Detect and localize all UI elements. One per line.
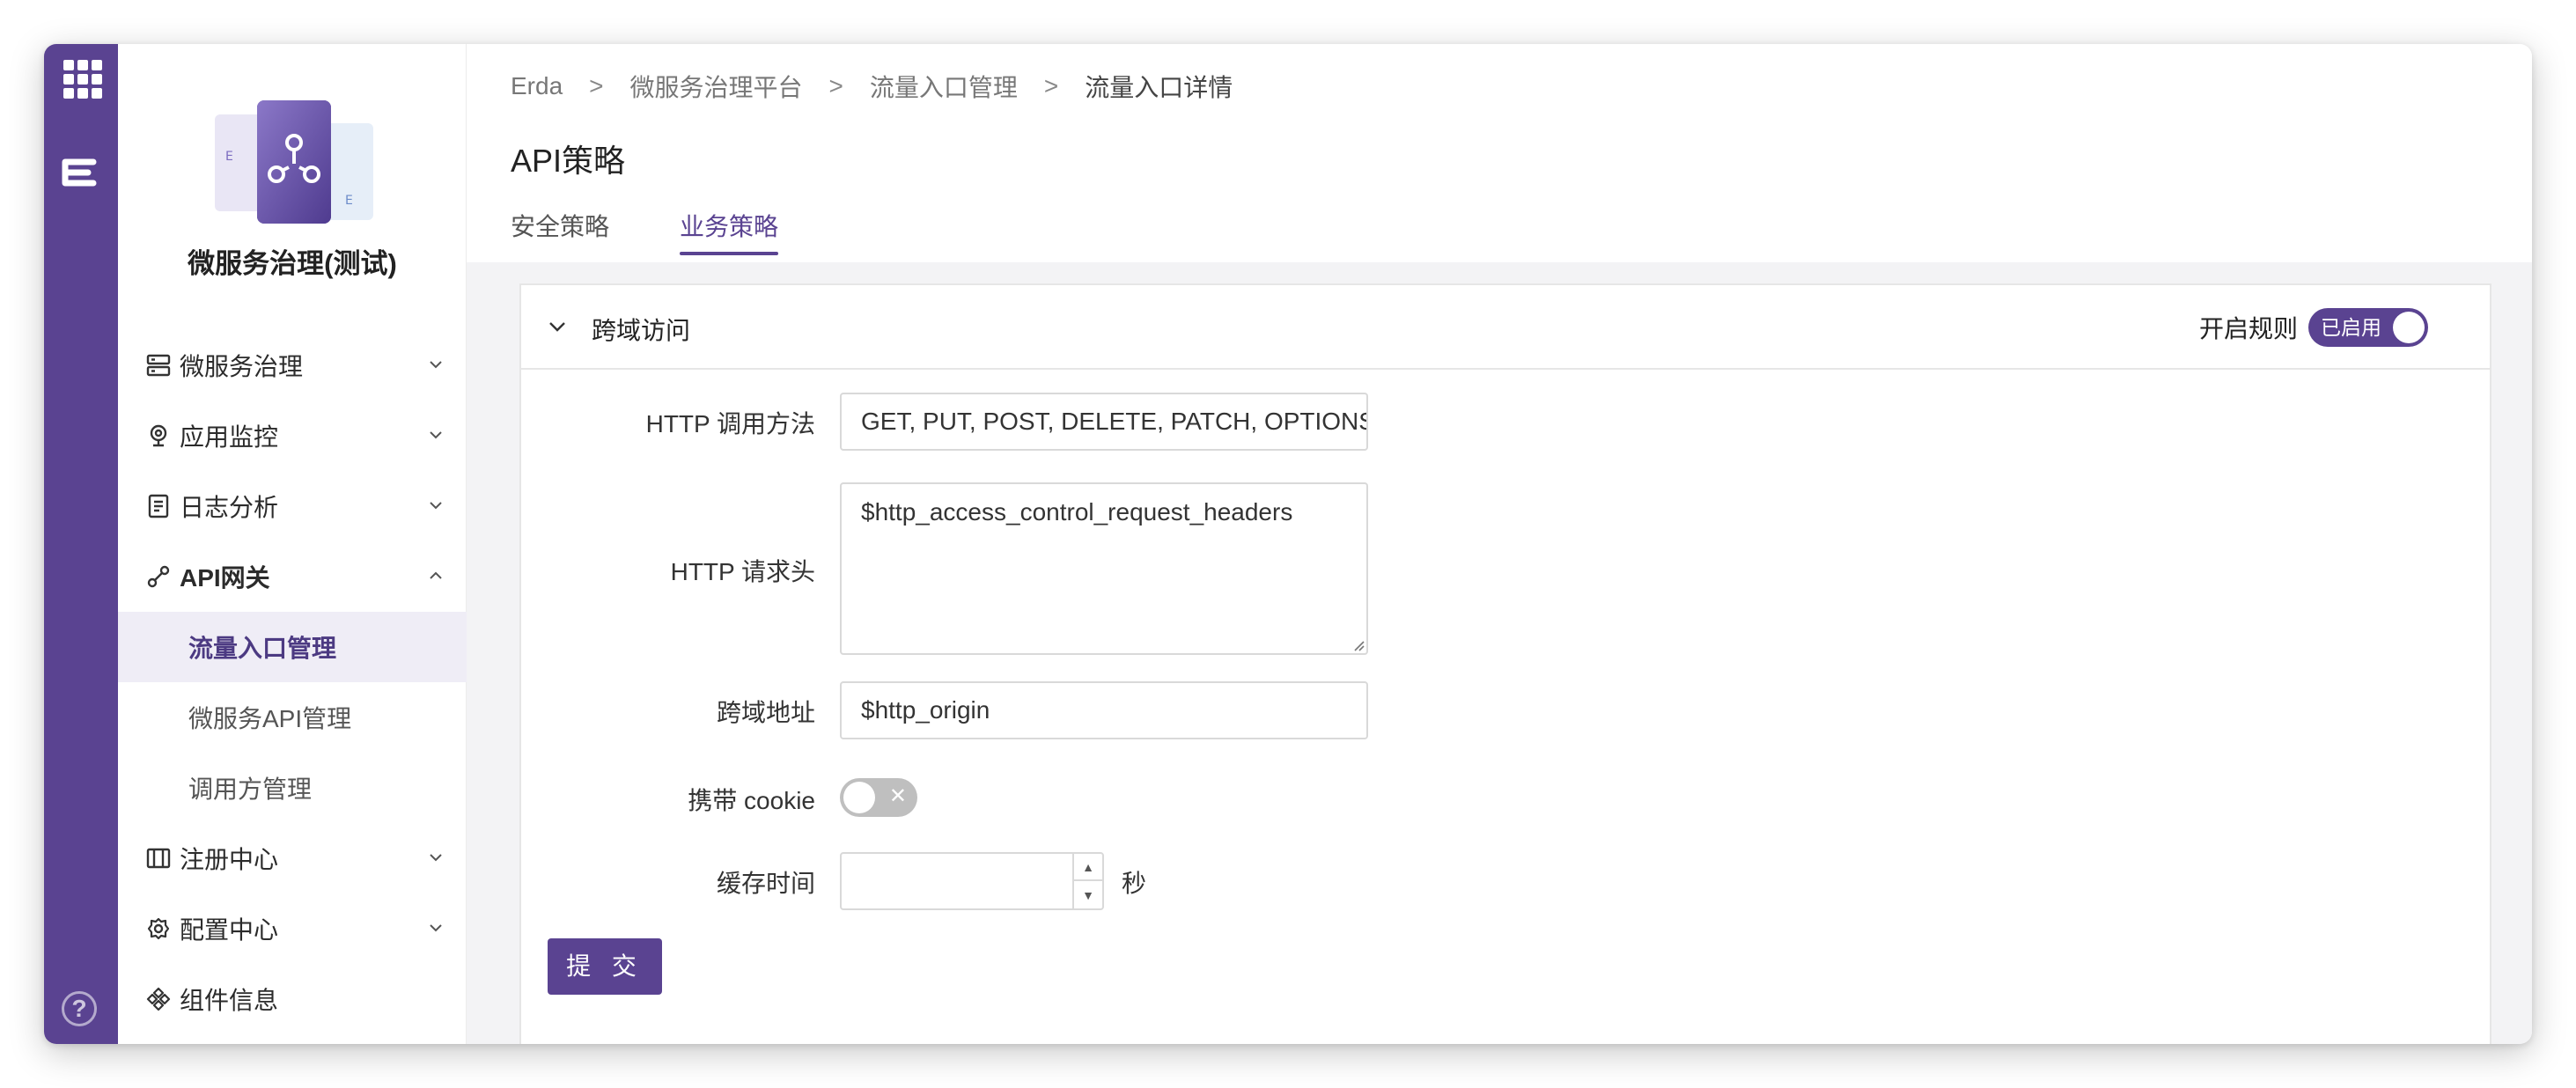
toggle-state-text: 已启用 [2321, 316, 2381, 339]
gateway-icon [144, 562, 173, 591]
sidebar: E E 微服务治理(测试) 微服务治理 应用监控 日志分析 API网关 流量入口… [118, 44, 467, 1044]
cache-unit: 秒 [1122, 870, 1147, 897]
sidebar-subitem-label: 微服务API管理 [188, 705, 352, 732]
chevron-down-icon [430, 854, 442, 862]
sidebar-item-label: 组件信息 [180, 987, 279, 1014]
breadcrumb: Erda > 微服务治理平台 > 流量入口管理 > 流量入口详情 [511, 69, 1233, 104]
headers-label: HTTP 请求头 [670, 558, 815, 585]
help-icon[interactable]: ? [62, 991, 97, 1026]
chevron-up-icon [430, 571, 442, 579]
cache-label: 缓存时间 [716, 870, 815, 897]
sidebar-item-registry[interactable]: 注册中心 [118, 823, 467, 893]
cors-panel-header[interactable]: 跨域访问 开启规则 已启用 [521, 285, 2490, 370]
submit-button[interactable]: 提 交 [548, 938, 662, 995]
number-stepper: ▲ ▼ [1072, 854, 1102, 908]
headers-value: $http_access_control_request_headers [861, 498, 1293, 526]
breadcrumb-item[interactable]: 流量入口管理 [870, 69, 1018, 104]
headers-textarea[interactable]: $http_access_control_request_headers [840, 482, 1368, 655]
sidebar-item-label: 应用监控 [180, 423, 279, 451]
breadcrumb-item[interactable]: Erda [511, 72, 563, 100]
sidebar-item-label: 配置中心 [180, 916, 279, 944]
registry-icon [144, 844, 173, 872]
app-grid-icon[interactable] [60, 56, 102, 99]
monitor-icon [144, 422, 173, 450]
toggle-knob [843, 782, 875, 813]
sidebar-item-label: API网关 [180, 564, 270, 592]
chevron-down-icon [430, 361, 442, 369]
server-icon [144, 351, 173, 379]
sidebar-item-component[interactable]: 组件信息 [118, 964, 467, 1034]
sidebar-menu: 微服务治理 应用监控 日志分析 API网关 流量入口管理 微服务API管理 调用… [118, 330, 467, 1034]
policy-tabs: 安全策略 业务策略 [511, 208, 849, 255]
methods-input[interactable]: GET, PUT, POST, DELETE, PATCH, OPTIONS [840, 393, 1368, 451]
page-header: Erda > 微服务治理平台 > 流量入口管理 > 流量入口详情 API策略 安… [467, 44, 2532, 262]
microservice-illustration-icon: E E [215, 100, 373, 224]
toggle-knob [2393, 312, 2425, 343]
rule-enable-toggle[interactable]: 已启用 [2308, 308, 2428, 347]
sidebar-item-label: 微服务治理 [180, 353, 304, 380]
sidebar-subitem-traffic-entry[interactable]: 流量入口管理 [118, 612, 467, 682]
page-title: API策略 [511, 143, 626, 179]
chevron-down-icon [430, 502, 442, 510]
methods-label: HTTP 调用方法 [645, 410, 815, 437]
svg-text:E: E [345, 194, 353, 208]
decrement-arrow-icon[interactable]: ▼ [1074, 881, 1102, 908]
main-content: 跨域访问 开启规则 已启用 HTTP 调用方法 GET, PUT, POST, … [467, 262, 2532, 1044]
component-icon [144, 985, 173, 1013]
cookie-label: 携带 cookie [688, 787, 815, 814]
sidebar-item-monitor[interactable]: 应用监控 [118, 401, 467, 471]
sidebar-item-api-gateway[interactable]: API网关 [118, 541, 467, 612]
erda-logo-icon[interactable] [58, 150, 104, 195]
tab-business-policy[interactable]: 业务策略 [680, 208, 779, 255]
cache-time-input[interactable]: ▲ ▼ [840, 852, 1104, 910]
rule-switch-label: 开启规则 [2198, 315, 2298, 342]
panel-title: 跨域访问 [592, 317, 691, 344]
app-window: ? E E 微服务治理(测试) 微服务治理 应用监控 日志分析 API网关 流量… [44, 44, 2532, 1044]
sidebar-item-microservice[interactable]: 微服务治理 [118, 330, 467, 401]
chevron-down-icon [430, 431, 442, 439]
sidebar-item-label: 日志分析 [180, 494, 279, 521]
chevron-down-icon [430, 924, 442, 932]
breadcrumb-separator-icon: > [1043, 72, 1059, 99]
cookie-toggle[interactable]: ✕ [840, 778, 917, 817]
resize-grip-icon[interactable] [1351, 637, 1365, 651]
increment-arrow-icon[interactable]: ▲ [1074, 854, 1102, 881]
log-icon [144, 492, 173, 520]
svg-text:E: E [225, 150, 233, 164]
breadcrumb-separator-icon: > [828, 72, 843, 99]
sidebar-item-log[interactable]: 日志分析 [118, 471, 467, 541]
sidebar-item-config[interactable]: 配置中心 [118, 893, 467, 964]
origin-label: 跨域地址 [716, 699, 815, 726]
close-icon: ✕ [888, 784, 907, 808]
sidebar-subitem-label: 流量入口管理 [188, 635, 337, 662]
global-rail: ? [44, 44, 118, 1044]
sidebar-subitem-consumer[interactable]: 调用方管理 [118, 753, 467, 823]
breadcrumb-separator-icon: > [589, 72, 604, 99]
gear-icon [144, 915, 173, 943]
sidebar-subitem-microservice-api[interactable]: 微服务API管理 [118, 682, 467, 753]
sidebar-subitem-label: 调用方管理 [188, 776, 313, 803]
origin-input[interactable]: $http_origin [840, 681, 1368, 739]
tab-security-policy[interactable]: 安全策略 [511, 208, 609, 255]
breadcrumb-item[interactable]: 微服务治理平台 [630, 69, 803, 104]
app-name: 微服务治理(测试) [188, 248, 397, 279]
cors-panel: 跨域访问 开启规则 已启用 HTTP 调用方法 GET, PUT, POST, … [519, 283, 2491, 1044]
sidebar-item-label: 注册中心 [180, 846, 279, 873]
breadcrumb-current: 流量入口详情 [1085, 74, 1233, 101]
chevron-down-icon[interactable] [548, 317, 567, 336]
